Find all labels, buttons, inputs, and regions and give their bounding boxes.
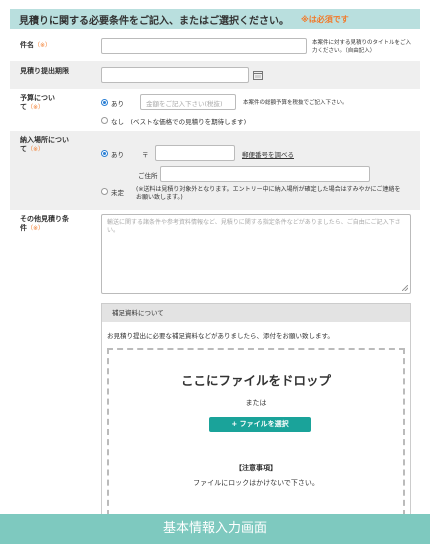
delivery-row: 納入場所について（※） あり 〒 郵便番号を調べる ご住所 未定 (※送料は見積… <box>10 131 420 210</box>
file-dropzone[interactable]: ここにファイルをドロップ または + ファイルを選択 【注意事項】 ファイルにロ… <box>107 348 405 516</box>
other-conditions-textarea[interactable]: 輸送に関する諸条件や参考資料情報など、見積りに関する指定条件などがありましたら、… <box>101 214 411 294</box>
select-file-button[interactable]: + ファイルを選択 <box>209 417 311 432</box>
delivery-undecided-label: 未定 <box>111 189 124 197</box>
deadline-label: 見積り提出期限 <box>20 67 69 75</box>
upload-section: 補足資料について お見積り提出に必要な補足資料などがありましたら、添付をお願い致… <box>101 303 411 516</box>
required-mark: （※） <box>34 42 52 49</box>
budget-amount-hint: 本案件の総額予算を税抜でご記入下さい。 <box>243 100 348 106</box>
delivery-yes-label: あり <box>111 151 124 159</box>
upload-heading: 補足資料について <box>102 304 410 322</box>
delivery-yes-radio[interactable] <box>101 150 108 157</box>
form-header-title: 見積りに関する必要条件をご記入、またはご選択ください。 <box>19 15 289 27</box>
deadline-input[interactable] <box>101 67 249 83</box>
required-note: ※は必須です <box>301 14 349 24</box>
subject-label: 件名（※） <box>20 41 52 49</box>
notice-body: ファイルにロックはかけないで下さい。 <box>193 479 319 487</box>
budget-yes-label: あり <box>111 100 124 108</box>
address-input[interactable] <box>160 166 370 182</box>
postal-lookup-link[interactable]: 郵便番号を調べる <box>242 149 294 159</box>
subject-row: 件名（※） 本案件に対する見積りのタイトルをご入力ください。（自由記入） <box>10 33 420 59</box>
delivery-undecided-note: (※送料は見積り対象外となります。エントリー中に納入場所が確定した場合はすみやか… <box>136 186 401 201</box>
footer-caption: 基本情報入力画面 <box>0 514 430 544</box>
subject-input[interactable] <box>101 38 307 54</box>
deadline-row: 見積り提出期限 <box>10 61 420 89</box>
notice-title: 【注意事項】 <box>235 464 277 472</box>
address-label: ご住所 <box>138 172 158 180</box>
budget-no-radio[interactable] <box>101 117 108 124</box>
budget-row: 予算について（※） あり 金額をご記入下さい(税抜) 本案件の総額予算を税抜でご… <box>10 91 420 129</box>
dropzone-or: または <box>245 399 267 407</box>
form-header: 見積りに関する必要条件をご記入、またはご選択ください。 ※は必須です <box>10 9 420 29</box>
dropzone-title: ここにファイルをドロップ <box>180 373 331 388</box>
delivery-undecided-radio[interactable] <box>101 188 108 195</box>
postal-mark: 〒 <box>142 151 149 159</box>
calendar-icon[interactable] <box>253 71 263 80</box>
delivery-label: 納入場所について（※） <box>20 136 69 153</box>
postal-code-input[interactable] <box>155 145 235 161</box>
other-label: その他見積り条件（※） <box>20 215 69 232</box>
budget-amount-input[interactable]: 金額をご記入下さい(税抜) <box>140 94 236 110</box>
upload-description: お見積り提出に必要な補足資料などがありましたら、添付をお願い致します。 <box>107 332 334 340</box>
budget-label: 予算について（※） <box>20 94 55 111</box>
budget-yes-radio[interactable] <box>101 99 108 106</box>
subject-hint: 本案件に対する見積りのタイトルをご入力ください。（自由記入） <box>312 40 412 54</box>
budget-no-label: なし (ベストな価格での見積りを期待します) <box>111 118 247 126</box>
resize-handle-icon[interactable] <box>402 285 408 291</box>
